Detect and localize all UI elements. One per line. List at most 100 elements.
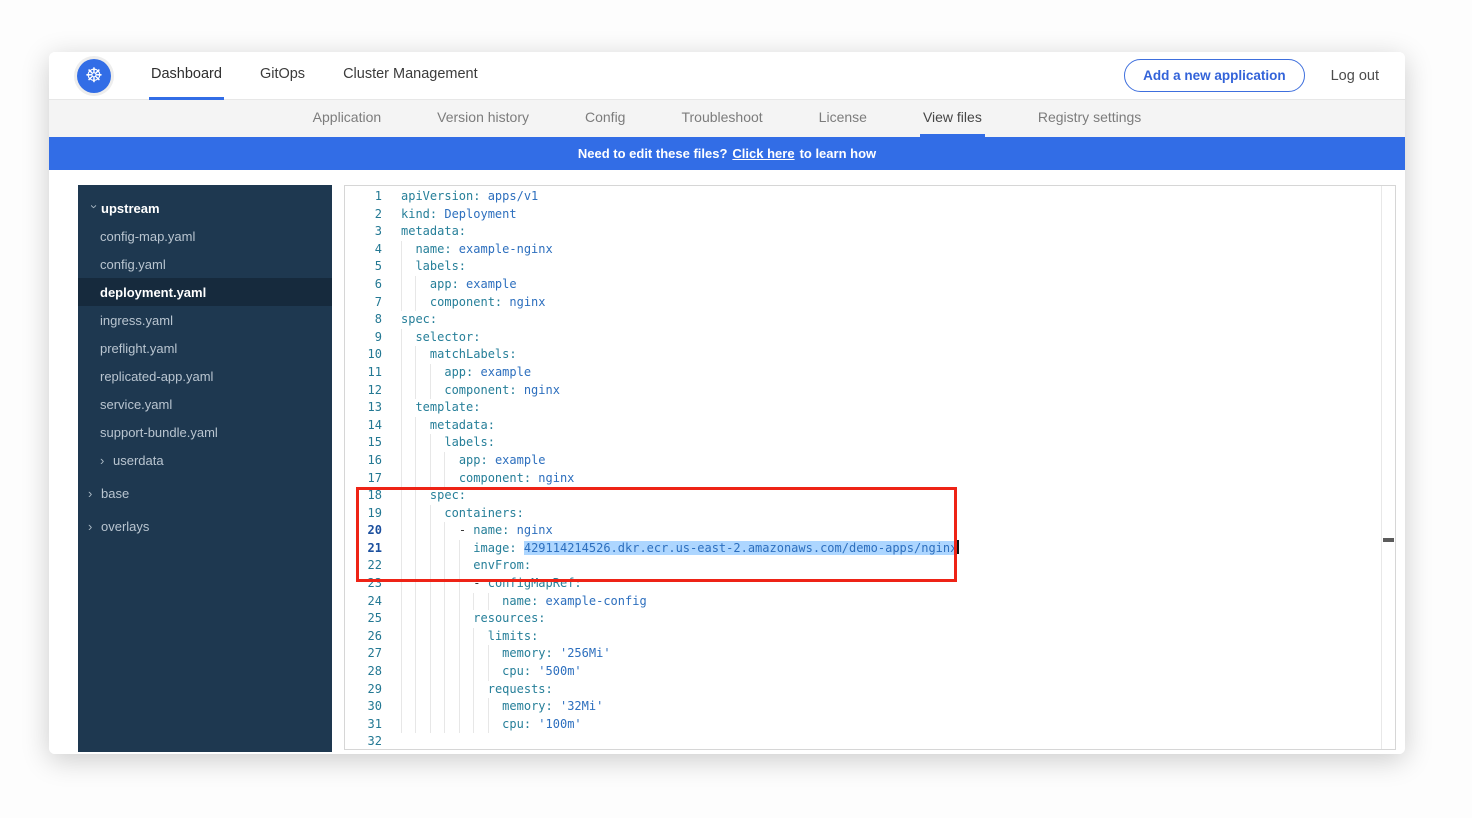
line-number: 17 xyxy=(345,470,382,488)
logout-button[interactable]: Log out xyxy=(1331,68,1379,84)
tree-item-label: preflight.yaml xyxy=(100,341,177,356)
editor-scrollbar[interactable] xyxy=(1381,186,1395,749)
line-number: 15 xyxy=(345,434,382,452)
tab-application[interactable]: Application xyxy=(310,100,385,137)
tree-file-support-bundle-yaml[interactable]: support-bundle.yaml xyxy=(78,418,332,446)
code-text: template: xyxy=(382,399,480,417)
code-text: - name: nginx xyxy=(382,522,553,540)
tab-registry-settings[interactable]: Registry settings xyxy=(1035,100,1144,137)
code-line[interactable]: 22 envFrom: xyxy=(345,557,1395,575)
code-text xyxy=(382,733,408,750)
tree-file-config-yaml[interactable]: config.yaml xyxy=(78,250,332,278)
line-number: 8 xyxy=(345,311,382,329)
code-line[interactable]: 1apiVersion: apps/v1 xyxy=(345,188,1395,206)
code-text: component: nginx xyxy=(382,382,560,400)
code-text: app: example xyxy=(382,452,546,470)
line-number: 10 xyxy=(345,346,382,364)
code-text: name: example-nginx xyxy=(382,241,553,259)
tree-file-preflight-yaml[interactable]: preflight.yaml xyxy=(78,334,332,362)
tree-item-label: deployment.yaml xyxy=(100,285,206,300)
tree-file-replicated-app-yaml[interactable]: replicated-app.yaml xyxy=(78,362,332,390)
tree-folder-upstream[interactable]: ›upstream xyxy=(78,194,332,222)
tree-item-label: ingress.yaml xyxy=(100,313,173,328)
code-text: component: nginx xyxy=(382,294,546,312)
code-line[interactable]: 15 labels: xyxy=(345,434,1395,452)
code-line[interactable]: 31 cpu: '100m' xyxy=(345,716,1395,734)
code-line[interactable]: 6 app: example xyxy=(345,276,1395,294)
code-text: envFrom: xyxy=(382,557,531,575)
code-text: metadata: xyxy=(382,223,466,241)
code-text: image: 429114214526.dkr.ecr.us-east-2.am… xyxy=(382,540,959,558)
code-line[interactable]: 29 requests: xyxy=(345,681,1395,699)
code-line[interactable]: 17 component: nginx xyxy=(345,470,1395,488)
code-line[interactable]: 32 xyxy=(345,733,1395,750)
code-line[interactable]: 20 - name: nginx xyxy=(345,522,1395,540)
code-line[interactable]: 4 name: example-nginx xyxy=(345,241,1395,259)
nav-item-gitops[interactable]: GitOps xyxy=(258,52,307,100)
code-line[interactable]: 12 component: nginx xyxy=(345,382,1395,400)
tab-license[interactable]: License xyxy=(816,100,870,137)
tab-version-history[interactable]: Version history xyxy=(434,100,532,137)
code-line[interactable]: 13 template: xyxy=(345,399,1395,417)
tree-item-label: support-bundle.yaml xyxy=(100,425,218,440)
banner-text-after: to learn how xyxy=(800,146,877,161)
code-editor[interactable]: 1apiVersion: apps/v12kind: Deployment3me… xyxy=(344,185,1396,750)
code-line[interactable]: 10 matchLabels: xyxy=(345,346,1395,364)
add-application-button[interactable]: Add a new application xyxy=(1124,59,1305,92)
edit-files-banner: Need to edit these files? Click here to … xyxy=(49,137,1405,170)
code-line[interactable]: 14 metadata: xyxy=(345,417,1395,435)
tree-folder-base[interactable]: ›base xyxy=(78,479,332,507)
tree-item-label: userdata xyxy=(113,453,164,468)
code-line[interactable]: 25 resources: xyxy=(345,610,1395,628)
line-number: 12 xyxy=(345,382,382,400)
code-line[interactable]: 11 app: example xyxy=(345,364,1395,382)
line-number: 27 xyxy=(345,645,382,663)
line-number: 7 xyxy=(345,294,382,312)
view-files-content: ›upstreamconfig-map.yamlconfig.yaml deplo… xyxy=(49,170,1405,754)
code-line[interactable]: 9 selector: xyxy=(345,329,1395,347)
line-number: 19 xyxy=(345,505,382,523)
tree-folder-overlays[interactable]: ›overlays xyxy=(78,512,332,540)
code-line[interactable]: 27 memory: '256Mi' xyxy=(345,645,1395,663)
banner-click-here-link[interactable]: Click here xyxy=(732,146,794,161)
code-line[interactable]: 16 app: example xyxy=(345,452,1395,470)
code-line[interactable]: 26 limits: xyxy=(345,628,1395,646)
code-line[interactable]: 3metadata: xyxy=(345,223,1395,241)
code-line[interactable]: 2kind: Deployment xyxy=(345,206,1395,224)
code-line[interactable]: 5 labels: xyxy=(345,258,1395,276)
code-line[interactable]: 28 cpu: '500m' xyxy=(345,663,1395,681)
tree-item-label: replicated-app.yaml xyxy=(100,369,213,384)
line-number: 1 xyxy=(345,188,382,206)
tab-config[interactable]: Config xyxy=(582,100,628,137)
code-text: memory: '256Mi' xyxy=(382,645,611,663)
code-line[interactable]: 7 component: nginx xyxy=(345,294,1395,312)
tree-file-service-yaml[interactable]: service.yaml xyxy=(78,390,332,418)
code-text: kind: Deployment xyxy=(382,206,517,224)
code-line[interactable]: 23 - configMapRef: xyxy=(345,575,1395,593)
tree-folder-userdata[interactable]: ›userdata xyxy=(78,446,332,474)
line-number: 13 xyxy=(345,399,382,417)
code-text: selector: xyxy=(382,329,480,347)
nav-item-dashboard[interactable]: Dashboard xyxy=(149,52,224,100)
tree-file-deployment-yaml[interactable]: deployment.yaml xyxy=(78,278,332,306)
tree-file-config-map-yaml[interactable]: config-map.yaml xyxy=(78,222,332,250)
line-number: 24 xyxy=(345,593,382,611)
line-number: 14 xyxy=(345,417,382,435)
chevron-down-icon: › xyxy=(87,204,102,217)
code-line[interactable]: 21 image: 429114214526.dkr.ecr.us-east-2… xyxy=(345,540,1395,558)
nav-item-cluster-management[interactable]: Cluster Management xyxy=(341,52,480,100)
tab-view-files[interactable]: View files xyxy=(920,100,985,137)
code-text: apiVersion: apps/v1 xyxy=(382,188,538,206)
line-number: 20 xyxy=(345,522,382,540)
code-line[interactable]: 30 memory: '32Mi' xyxy=(345,698,1395,716)
tree-file-ingress-yaml[interactable]: ingress.yaml xyxy=(78,306,332,334)
code-line[interactable]: 18 spec: xyxy=(345,487,1395,505)
code-line[interactable]: 24 name: example-config xyxy=(345,593,1395,611)
code-line[interactable]: 8spec: xyxy=(345,311,1395,329)
line-number: 29 xyxy=(345,681,382,699)
code-text: cpu: '500m' xyxy=(382,663,582,681)
line-number: 5 xyxy=(345,258,382,276)
tab-troubleshoot[interactable]: Troubleshoot xyxy=(678,100,765,137)
code-line[interactable]: 19 containers: xyxy=(345,505,1395,523)
code-text: app: example xyxy=(382,276,517,294)
